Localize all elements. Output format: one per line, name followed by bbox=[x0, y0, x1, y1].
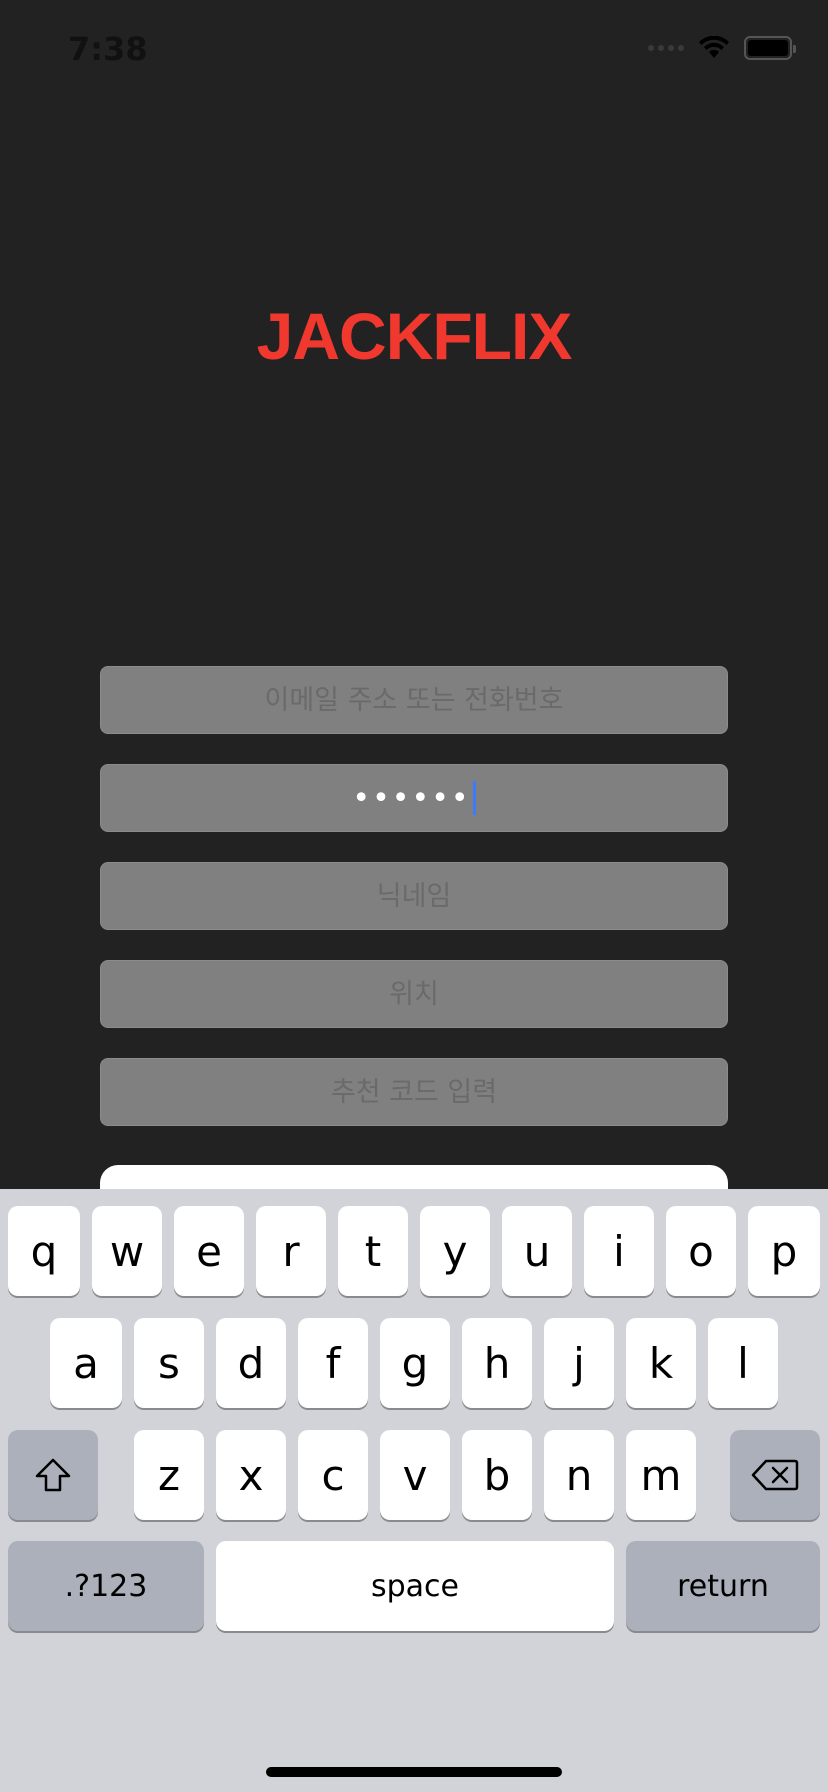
email-field[interactable] bbox=[101, 667, 727, 733]
app-logo: JACKFLIX bbox=[256, 299, 573, 373]
key-c[interactable]: c bbox=[298, 1430, 368, 1520]
status-icons bbox=[648, 36, 796, 60]
key-z[interactable]: z bbox=[134, 1430, 204, 1520]
key-y[interactable]: y bbox=[420, 1206, 490, 1296]
password-display: •••••• bbox=[352, 780, 476, 816]
shift-key[interactable] bbox=[8, 1430, 98, 1520]
key-p[interactable]: p bbox=[748, 1206, 820, 1296]
backspace-icon bbox=[751, 1459, 799, 1491]
key-a[interactable]: a bbox=[50, 1318, 122, 1408]
key-d[interactable]: d bbox=[216, 1318, 286, 1408]
key-m[interactable]: m bbox=[626, 1430, 696, 1520]
key-f[interactable]: f bbox=[298, 1318, 368, 1408]
key-w[interactable]: w bbox=[92, 1206, 162, 1296]
nickname-field[interactable] bbox=[101, 863, 727, 929]
keyboard: q w e r t y u i o p a s d f g h j k l z … bbox=[0, 1189, 828, 1792]
key-q[interactable]: q bbox=[8, 1206, 80, 1296]
cellular-signal-icon bbox=[648, 45, 684, 51]
key-i[interactable]: i bbox=[584, 1206, 654, 1296]
numbers-key[interactable]: .?123 bbox=[8, 1541, 204, 1631]
location-field-container[interactable] bbox=[100, 960, 728, 1028]
key-g[interactable]: g bbox=[380, 1318, 450, 1408]
key-n[interactable]: n bbox=[544, 1430, 614, 1520]
key-v[interactable]: v bbox=[380, 1430, 450, 1520]
password-field[interactable]: •••••• bbox=[100, 764, 728, 832]
battery-icon bbox=[744, 36, 796, 60]
referral-code-field[interactable] bbox=[101, 1059, 727, 1125]
key-x[interactable]: x bbox=[216, 1430, 286, 1520]
referral-code-field-container[interactable] bbox=[100, 1058, 728, 1126]
key-t[interactable]: t bbox=[338, 1206, 408, 1296]
key-k[interactable]: k bbox=[626, 1318, 696, 1408]
password-value: •••••• bbox=[352, 780, 471, 816]
location-field[interactable] bbox=[101, 961, 727, 1027]
key-l[interactable]: l bbox=[708, 1318, 778, 1408]
shift-icon bbox=[35, 1458, 71, 1492]
status-time: 7:38 bbox=[68, 30, 148, 68]
key-h[interactable]: h bbox=[462, 1318, 532, 1408]
backspace-key[interactable] bbox=[730, 1430, 820, 1520]
key-r[interactable]: r bbox=[256, 1206, 326, 1296]
key-j[interactable]: j bbox=[544, 1318, 614, 1408]
text-caret bbox=[472, 781, 476, 815]
space-key[interactable]: space bbox=[216, 1541, 614, 1631]
key-e[interactable]: e bbox=[174, 1206, 244, 1296]
wifi-icon bbox=[699, 36, 729, 58]
nickname-field-container[interactable] bbox=[100, 862, 728, 930]
status-bar: 7:38 bbox=[0, 0, 828, 100]
home-indicator bbox=[266, 1767, 562, 1777]
key-b[interactable]: b bbox=[462, 1430, 532, 1520]
key-o[interactable]: o bbox=[666, 1206, 736, 1296]
return-key[interactable]: return bbox=[626, 1541, 820, 1631]
key-s[interactable]: s bbox=[134, 1318, 204, 1408]
email-field-container[interactable] bbox=[100, 666, 728, 734]
key-u[interactable]: u bbox=[502, 1206, 572, 1296]
